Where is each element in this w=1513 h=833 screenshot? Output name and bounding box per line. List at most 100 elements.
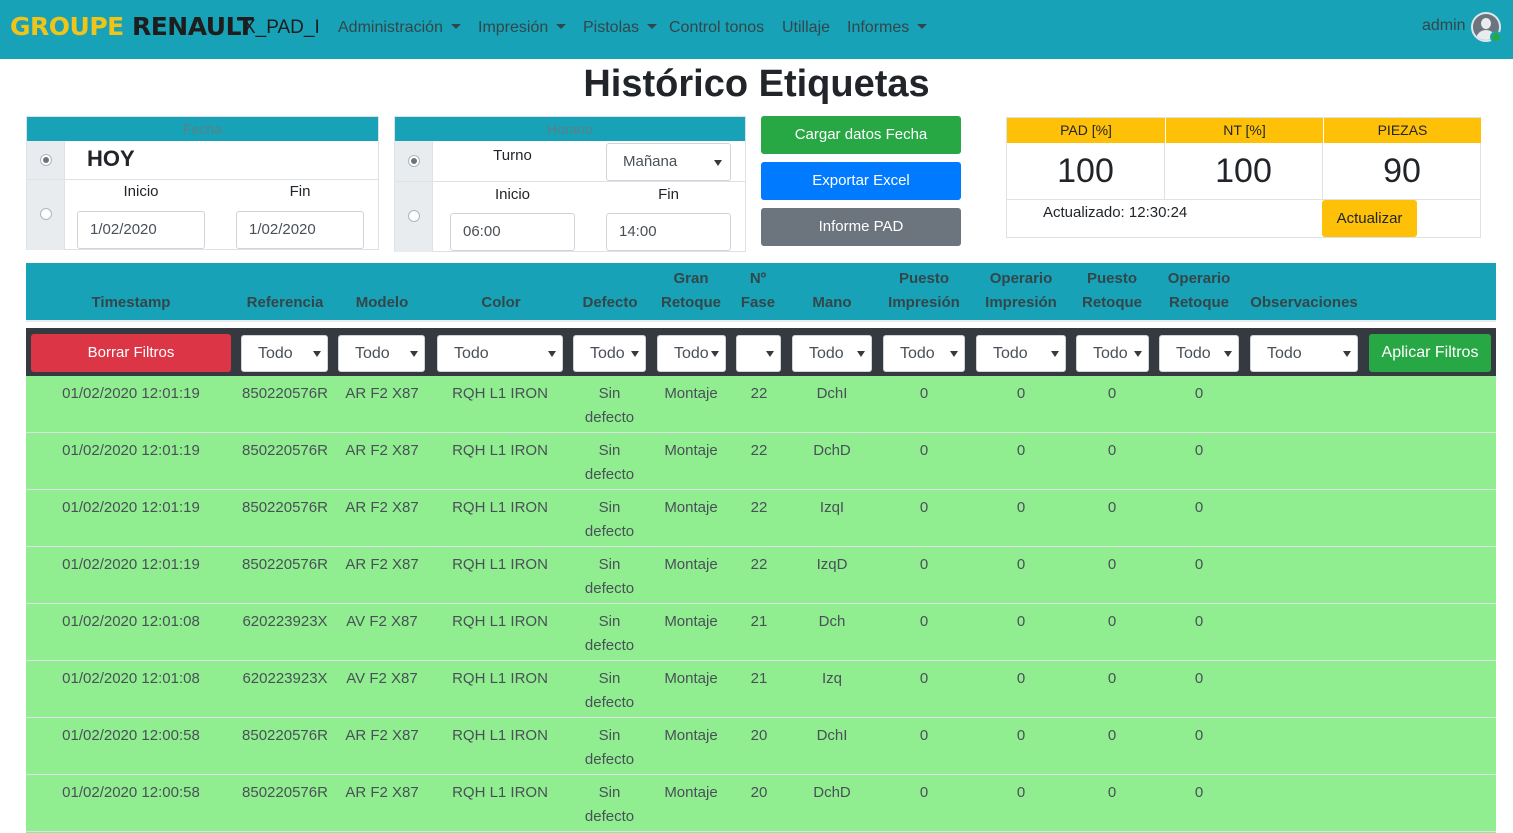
filter-mano[interactable]: Todo [792, 335, 872, 372]
table-row[interactable]: 01/02/2020 12:01:19 850220576R AR F2 X87 RQ… [26, 547, 1496, 604]
cell-color: RQH L1 IRON [452, 442, 548, 459]
cell-operario-ret: 0 [1194, 727, 1204, 744]
horario-fin-input[interactable]: 14:00 [606, 213, 731, 251]
cell-color: RQH L1 IRON [452, 784, 548, 801]
cell-referencia: 620223923X [242, 613, 328, 630]
th-defecto[interactable]: Defecto [575, 291, 645, 315]
cell-defecto: Sin defecto [584, 442, 635, 483]
radio-rango-horario[interactable] [408, 210, 420, 222]
th-observaciones[interactable]: Observaciones [1244, 291, 1364, 315]
filter-modelo[interactable]: Todo [338, 335, 425, 372]
th-mano[interactable]: Mano [797, 291, 867, 315]
th-operario-retoque[interactable]: Operario Retoque [1159, 267, 1239, 315]
borrar-filtros-button[interactable]: Borrar Filtros [31, 334, 231, 372]
filter-defecto[interactable]: Todo [573, 335, 646, 372]
fecha-inicio-input[interactable]: 1/02/2020 [77, 211, 205, 249]
informe-pad-button[interactable]: Informe PAD [761, 208, 961, 246]
table-body: 01/02/2020 12:01:19 850220576R AR F2 X87 RQ… [26, 376, 1496, 833]
th-modelo[interactable]: Modelo [342, 291, 422, 315]
cell-modelo: AR F2 X87 [345, 784, 419, 801]
horario-panel: Horario Turno Mañana Inicio Fin 06:00 14… [394, 116, 746, 252]
radio-hoy[interactable] [40, 154, 52, 166]
cell-fase: 21 [750, 670, 768, 687]
nt-header: NT [%] [1165, 118, 1323, 143]
horario-fin-label: Fin [658, 186, 679, 203]
cell-puesto-ret: 0 [1107, 784, 1117, 801]
th-timestamp[interactable]: Timestamp [81, 291, 181, 315]
turno-select[interactable]: Mañana [606, 143, 731, 181]
table-row[interactable]: 01/02/2020 12:00:58 850220576R AR F2 X87 RQ… [26, 775, 1496, 832]
filter-operario-impresion[interactable]: Todo [976, 335, 1066, 372]
table-row[interactable]: 01/02/2020 12:01:08 620223923X AV F2 X87 RQ… [26, 661, 1496, 718]
cell-mano: DchI [816, 385, 848, 402]
table-row[interactable]: 01/02/2020 12:01:19 850220576R AR F2 X87 RQ… [26, 490, 1496, 547]
user-name[interactable]: admin [1422, 17, 1466, 35]
table-row[interactable]: 01/02/2020 12:00:58 850220576R AR F2 X87 RQ… [26, 718, 1496, 775]
cell-fase: 20 [750, 784, 768, 801]
cell-puesto-imp: 0 [919, 442, 929, 459]
cell-timestamp: 01/02/2020 12:01:19 [62, 499, 200, 516]
filter-referencia[interactable]: Todo [241, 335, 328, 372]
page-title: Histórico Etiquetas [583, 63, 930, 105]
brand-logo[interactable]: GROUPE RENAULT [10, 12, 254, 41]
cell-defecto: Sin defecto [584, 499, 635, 540]
radio-rango-fecha[interactable] [40, 208, 52, 220]
cell-operario-imp: 0 [1016, 385, 1026, 402]
th-color[interactable]: Color [461, 291, 541, 315]
cell-mano: DchI [816, 727, 848, 744]
filter-observaciones[interactable]: Todo [1250, 335, 1358, 372]
th-operario-impresion[interactable]: Operario Impresión [976, 267, 1066, 315]
cell-timestamp: 01/02/2020 12:01:19 [62, 442, 200, 459]
filter-fase[interactable] [736, 335, 781, 372]
cell-fase: 22 [750, 499, 768, 516]
cell-defecto: Sin defecto [584, 556, 635, 597]
cell-operario-imp: 0 [1016, 556, 1026, 573]
stats-panel: PAD [%] NT [%] PIEZAS 100 100 90 Actuali… [1006, 117, 1481, 238]
cell-color: RQH L1 IRON [452, 727, 548, 744]
cell-referencia: 850220576R [242, 499, 328, 516]
cell-puesto-imp: 0 [919, 556, 929, 573]
th-puesto-impresion[interactable]: Puesto Impresión [879, 267, 969, 315]
cell-modelo: AR F2 X87 [345, 727, 419, 744]
cell-puesto-imp: 0 [919, 385, 929, 402]
th-gran-retoque[interactable]: Gran Retoque [656, 267, 726, 315]
cell-timestamp: 01/02/2020 12:00:58 [62, 727, 200, 744]
fecha-fin-input[interactable]: 1/02/2020 [236, 211, 364, 249]
cell-color: RQH L1 IRON [452, 670, 548, 687]
th-fase[interactable]: Nº Fase [733, 267, 783, 315]
menu-control-tonos[interactable]: Control tonos [669, 19, 764, 37]
cargar-datos-button[interactable]: Cargar datos Fecha [761, 116, 961, 154]
cell-referencia: 850220576R [242, 385, 328, 402]
filter-puesto-retoque[interactable]: Todo [1076, 335, 1149, 372]
cell-puesto-imp: 0 [919, 613, 929, 630]
exportar-excel-button[interactable]: Exportar Excel [761, 162, 961, 200]
table-row[interactable]: 01/02/2020 12:01:19 850220576R AR F2 X87 RQ… [26, 376, 1496, 433]
table-row[interactable]: 01/02/2020 12:01:19 850220576R AR F2 X87 RQ… [26, 433, 1496, 490]
cell-color: RQH L1 IRON [452, 499, 548, 516]
th-referencia[interactable]: Referencia [240, 291, 330, 315]
filter-gran-retoque[interactable]: Todo [657, 335, 726, 372]
menu-utillaje[interactable]: Utillaje [782, 19, 830, 37]
filter-puesto-impresion[interactable]: Todo [883, 335, 965, 372]
cell-operario-ret: 0 [1194, 385, 1204, 402]
chevron-down-icon [450, 24, 461, 29]
table-row[interactable]: 01/02/2020 12:01:08 620223923X AV F2 X87 RQ… [26, 604, 1496, 661]
menu-informes[interactable]: Informes [847, 19, 928, 37]
filter-operario-retoque[interactable]: Todo [1159, 335, 1239, 372]
cell-referencia: 850220576R [242, 442, 328, 459]
top-navbar: GROUPE RENAULT X_PAD_I Administración Im… [0, 0, 1513, 59]
th-puesto-retoque[interactable]: Puesto Retoque [1076, 267, 1148, 315]
cell-mano: Izq [821, 670, 842, 687]
aplicar-filtros-button[interactable]: Aplicar Filtros [1369, 334, 1491, 372]
filter-color[interactable]: Todo [437, 335, 563, 372]
app-name[interactable]: X_PAD_I [243, 17, 320, 39]
menu-impresion[interactable]: Impresión [478, 19, 567, 37]
horario-inicio-input[interactable]: 06:00 [450, 213, 575, 251]
menu-pistolas[interactable]: Pistolas [583, 19, 658, 37]
cell-modelo: AR F2 X87 [345, 385, 419, 402]
menu-administracion[interactable]: Administración [338, 19, 461, 37]
hoy-label: HOY [87, 146, 135, 171]
actualizar-button[interactable]: Actualizar [1322, 200, 1417, 237]
cell-modelo: AV F2 X87 [346, 613, 418, 630]
radio-turno[interactable] [408, 155, 420, 167]
